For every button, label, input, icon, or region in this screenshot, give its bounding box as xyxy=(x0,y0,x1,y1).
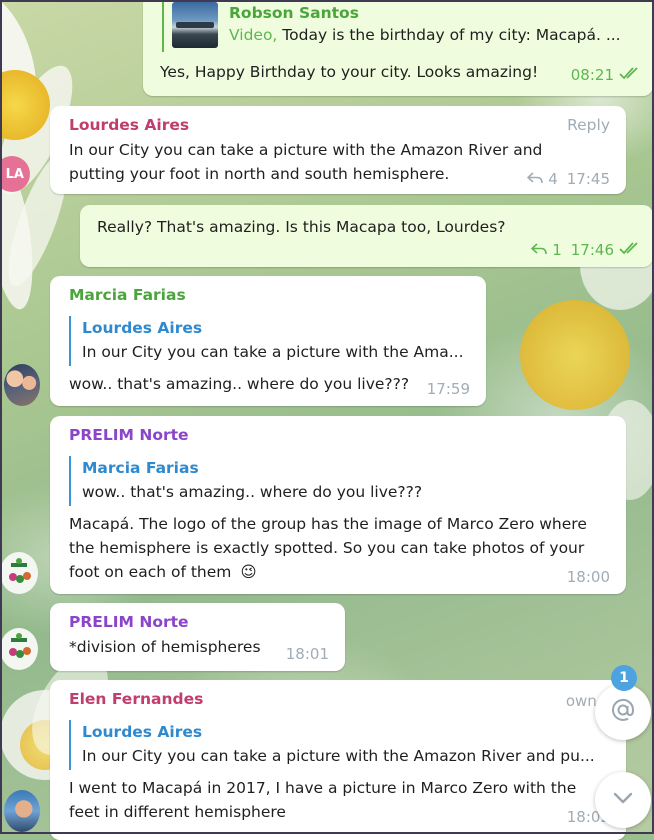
reply-sender: Lourdes Aires xyxy=(82,723,203,741)
message-meta: 4 17:45 xyxy=(527,170,610,188)
sender-name[interactable]: PRELIM Norte xyxy=(69,426,189,444)
reply-text: Today is the birthday of my city: Macapá… xyxy=(277,26,621,44)
sender-name[interactable]: Lourdes Aires xyxy=(69,116,189,134)
message-meta: 18:01 xyxy=(286,645,329,663)
message-bubble-incoming[interactable]: Marcia Farias Lourdes Aires In our City … xyxy=(50,276,486,406)
message-text: Macapá. The logo of the group has the im… xyxy=(69,515,587,533)
message-bubble-outgoing[interactable]: Really? That's amazing. Is this Macapa t… xyxy=(80,205,653,267)
reply-sender: Lourdes Aires xyxy=(82,319,203,337)
message-bubble-incoming[interactable]: PRELIM Norte *division of hemispheres 18… xyxy=(50,603,345,671)
group-logo-icon xyxy=(4,557,34,589)
avatar-initials: LA xyxy=(5,166,24,182)
sender-name[interactable]: PRELIM Norte xyxy=(69,613,189,631)
message-text: feet in different hemisphere xyxy=(69,803,286,821)
avatar[interactable] xyxy=(0,628,38,670)
reply-count[interactable]: 1 xyxy=(552,241,562,259)
avatar[interactable] xyxy=(0,552,38,594)
message-meta: 1 17:46 xyxy=(531,241,641,259)
wink-emoji: 😉 xyxy=(240,563,257,581)
message-meta: 08:21 xyxy=(571,66,641,84)
at-sign-icon xyxy=(610,697,636,727)
reply-arrow-icon[interactable] xyxy=(527,170,544,188)
message-text: foot on each of them xyxy=(69,563,232,581)
message-text: putting your foot in north and south hem… xyxy=(69,165,450,183)
reply-count[interactable]: 4 xyxy=(548,170,558,188)
reply-text: wow.. that's amazing.. where do you live… xyxy=(82,483,423,501)
reply-preview[interactable]: Robson Santos Video, Today is the birthd… xyxy=(162,2,621,52)
mentions-button[interactable] xyxy=(595,684,651,740)
message-bubble-outgoing[interactable]: Robson Santos Video, Today is the birthd… xyxy=(143,0,653,96)
video-thumbnail[interactable] xyxy=(172,2,218,48)
message-time: 08:21 xyxy=(570,66,614,84)
message-bubble-incoming[interactable]: Lourdes Aires Reply In our City you can … xyxy=(50,106,626,194)
double-check-icon xyxy=(619,241,641,259)
double-check-icon xyxy=(619,66,641,84)
reply-text: In our City you can take a picture with … xyxy=(82,747,595,765)
reply-preview[interactable]: Lourdes Aires In our City you can take a… xyxy=(69,316,464,366)
message-text: Really? That's amazing. Is this Macapa t… xyxy=(97,218,506,236)
reply-arrow-icon[interactable] xyxy=(531,241,548,259)
message-text: Yes, Happy Birthday to your city. Looks … xyxy=(160,63,539,81)
message-text: wow.. that's amazing.. where do you live… xyxy=(69,375,410,393)
message-time: 18:01 xyxy=(285,645,329,663)
reply-media-type: Video, xyxy=(229,26,278,44)
message-meta: 18:00 xyxy=(567,568,610,586)
message-time: 18:00 xyxy=(566,568,610,586)
message-text: I went to Macapá in 2017, I have a pictu… xyxy=(69,779,577,797)
message-time: 17:45 xyxy=(566,170,610,188)
avatar[interactable] xyxy=(4,364,40,406)
sender-name[interactable]: Elen Fernandes xyxy=(69,690,203,708)
scroll-down-button[interactable] xyxy=(595,772,651,828)
reply-sender: Marcia Farias xyxy=(82,459,199,477)
reply-action[interactable]: Reply xyxy=(567,116,610,134)
message-text: In our City you can take a picture with … xyxy=(69,141,543,159)
message-meta: 17:59 xyxy=(427,380,470,398)
reply-sender: Robson Santos xyxy=(229,4,359,22)
chevron-down-icon xyxy=(611,790,635,810)
sender-name[interactable]: Marcia Farias xyxy=(69,286,186,304)
message-time: 17:59 xyxy=(426,380,470,398)
avatar[interactable] xyxy=(4,790,40,832)
reply-preview[interactable]: Lourdes Aires In our City you can take a… xyxy=(69,720,595,770)
message-bubble-incoming[interactable]: Elen Fernandes owne Lourdes Aires In our… xyxy=(50,680,626,840)
unread-mentions-badge: 1 xyxy=(611,665,637,691)
reply-text: In our City you can take a picture with … xyxy=(82,343,464,361)
message-time: 17:46 xyxy=(570,241,614,259)
message-text: *division of hemispheres xyxy=(69,638,261,656)
group-logo-icon xyxy=(4,632,34,666)
message-text: the hemisphere is exactly spotted. So yo… xyxy=(69,539,585,557)
reply-preview[interactable]: Marcia Farias wow.. that's amazing.. whe… xyxy=(69,456,422,506)
message-bubble-incoming[interactable]: PRELIM Norte Marcia Farias wow.. that's … xyxy=(50,416,626,594)
